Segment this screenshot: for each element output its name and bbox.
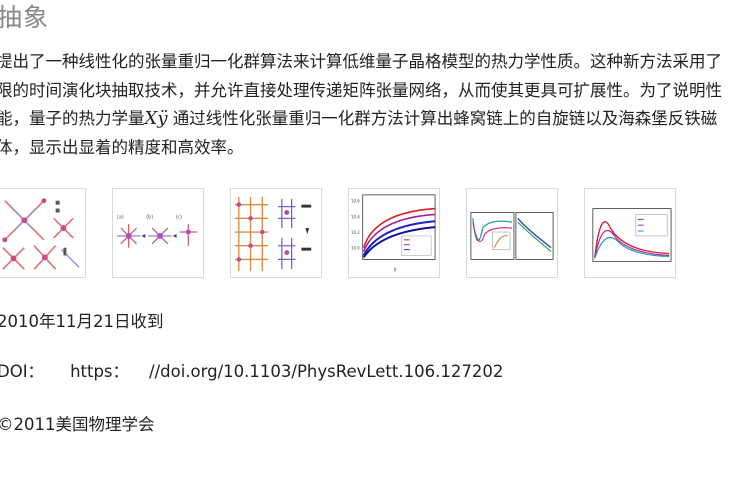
svg-text:(a): (a)	[117, 214, 124, 220]
abstract-line-part: 通过线性化张量重归一化群方法计算出蜂窝链上的自旋链以及海森堡反铁磁	[167, 109, 718, 128]
svg-text:10.0: 10.0	[351, 246, 360, 251]
abstract-text: 提出了一种线性化的张量重归一化群算法来计算低维量子晶格模型的热力学性质。这种新方…	[0, 48, 753, 162]
figure-6-thumbnail[interactable]	[584, 188, 676, 278]
figure-2-image: (a) (b) (c)	[116, 214, 198, 248]
abstract-line: 体，显示出显着的精度和高效率。	[0, 137, 244, 157]
svg-text:10.4: 10.4	[351, 214, 360, 219]
svg-text:10.6: 10.6	[351, 199, 360, 204]
abstract-line-part: 能，量子的热力学量	[0, 109, 145, 128]
section-title: 抽象	[0, 3, 50, 32]
figure-3-image	[234, 196, 312, 272]
figure-6-image	[592, 208, 672, 262]
figure-4-image: 10.6 10.4 10.2 10.0 β	[351, 194, 436, 272]
figure-1-image	[2, 198, 80, 270]
svg-text:β: β	[394, 267, 397, 272]
svg-text:10.2: 10.2	[351, 230, 360, 235]
svg-text:(c): (c)	[176, 214, 183, 220]
figure-4-thumbnail[interactable]: 10.6 10.4 10.2 10.0 β	[348, 188, 440, 278]
figure-1-thumbnail[interactable]	[0, 188, 86, 278]
doi-link-scheme[interactable]: https：	[70, 362, 129, 381]
figure-3-thumbnail[interactable]	[230, 188, 322, 278]
figure-5-image	[470, 212, 554, 260]
model-name: Xÿ	[144, 108, 168, 129]
doi-label: DOI：	[0, 362, 45, 381]
figure-2-thumbnail[interactable]: (a) (b) (c)	[112, 188, 204, 278]
copyright: ©2011美国物理学会	[0, 415, 155, 434]
received-date: 2010年11月21日收到	[0, 312, 164, 331]
figure-5-thumbnail[interactable]	[466, 188, 558, 278]
doi-link[interactable]: //doi.org/10.1103/PhysRevLett.106.127202	[149, 362, 503, 381]
doi-line: DOI： https： //doi.org/10.1103/PhysRevLett.…	[0, 358, 503, 382]
abstract-line: 限的时间演化块抽取技术，并允许直接处理传递矩阵张量网络，从而使其更具可扩展性。为…	[0, 80, 722, 100]
abstract-line: 能，量子的热力学量Xÿ 通过线性化张量重归一化群方法计算出蜂窝链上的自旋链以及海…	[0, 105, 753, 134]
svg-text:(b): (b)	[146, 214, 153, 220]
abstract-line: 提出了一种线性化的张量重归一化群算法来计算低维量子晶格模型的热力学性质。这种新方…	[0, 52, 722, 71]
